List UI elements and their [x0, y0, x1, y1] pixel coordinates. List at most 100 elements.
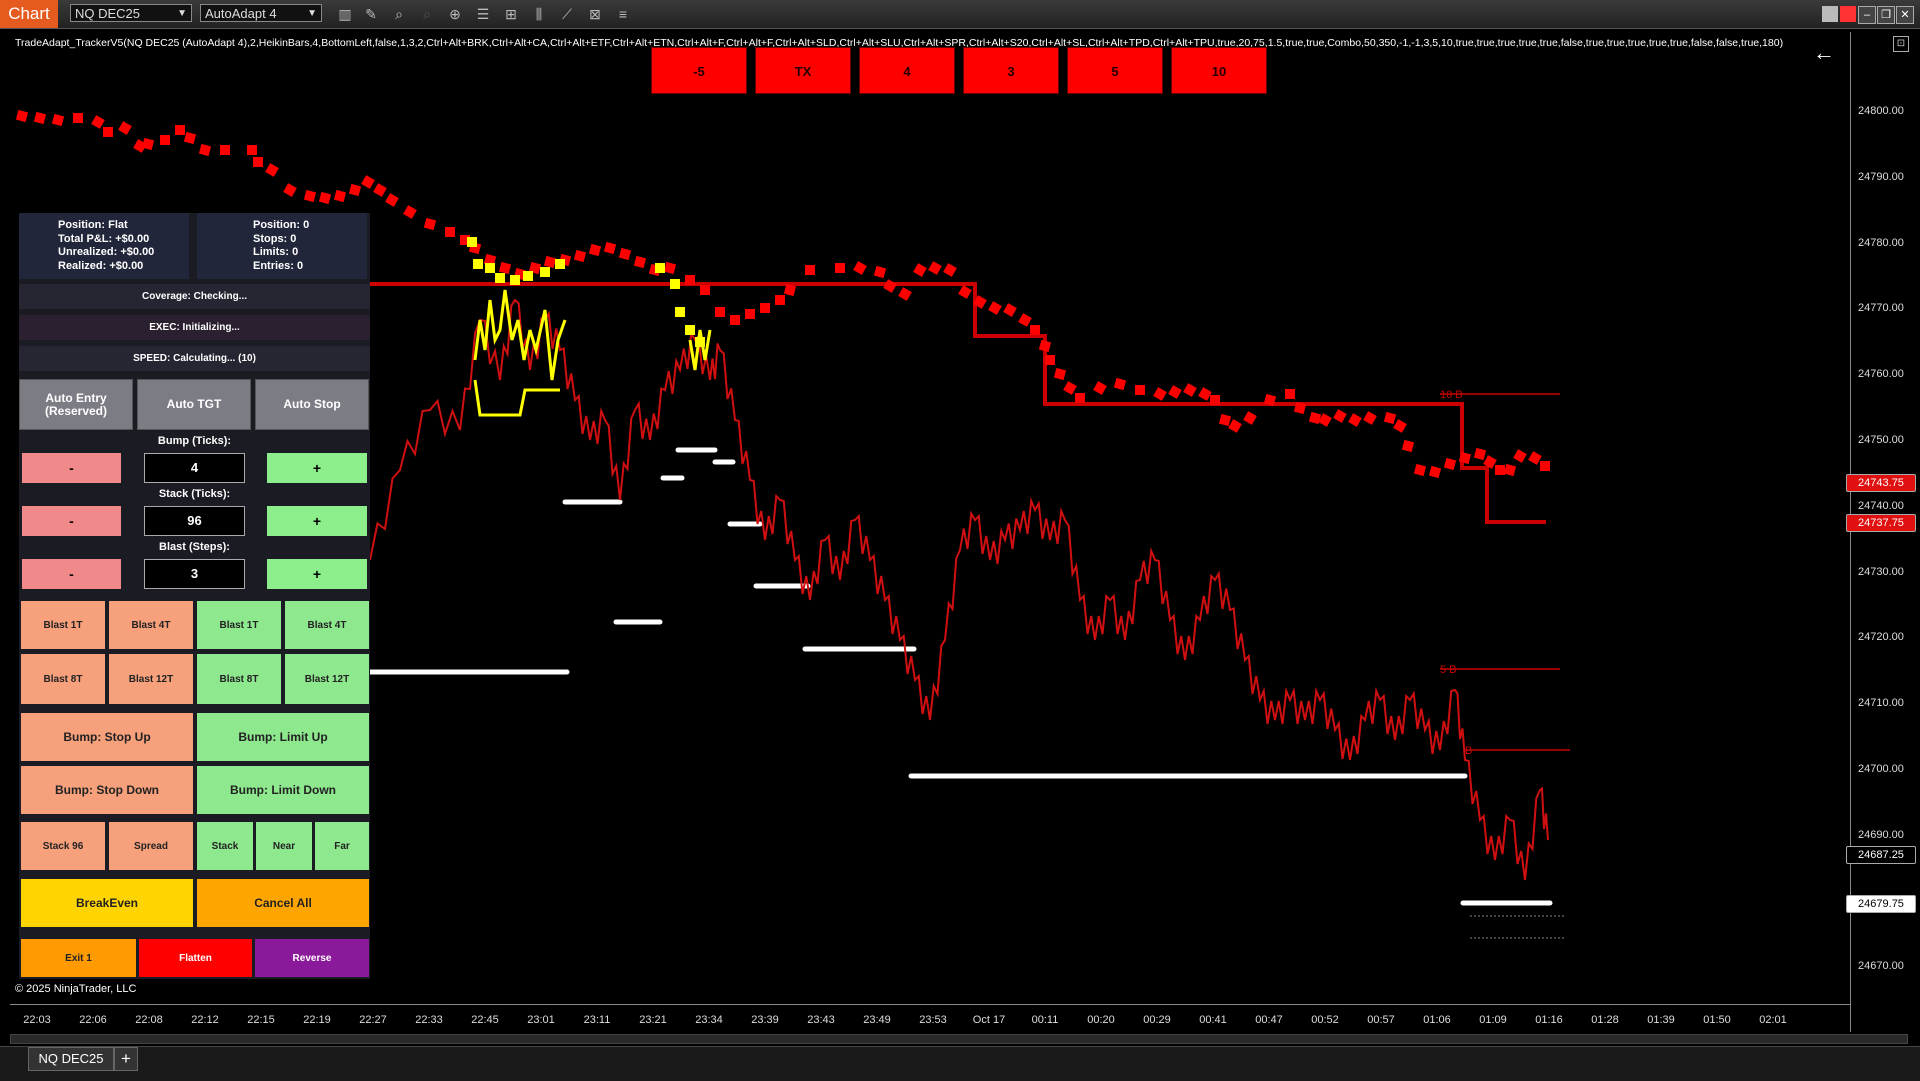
trailing-dot: [183, 131, 197, 145]
top-button-3[interactable]: 3: [963, 47, 1059, 94]
trailing-dot: [1153, 387, 1167, 401]
blast-12t-stop-button[interactable]: Blast 12T: [109, 654, 193, 704]
trailing-dot: [51, 113, 65, 127]
stat-position-count: Position: 0: [253, 219, 310, 231]
top-button-4[interactable]: 4: [859, 47, 955, 94]
highlight-dot: [485, 263, 495, 273]
x-tick-label: 22:33: [415, 1014, 443, 1026]
stats-right: Position: 0 Stops: 0 Limits: 0 Entries: …: [197, 213, 367, 279]
blast-plus-button[interactable]: +: [267, 559, 367, 589]
target-level-label: 10 B: [1440, 389, 1463, 401]
tab-nq-dec25[interactable]: NQ DEC25: [28, 1047, 114, 1071]
blast-1t-limit-button[interactable]: Blast 1T: [197, 601, 281, 649]
highlight-dot: [540, 267, 550, 277]
y-tick-label: 24800.00: [1858, 105, 1904, 117]
bump-stop-up-button[interactable]: Bump: Stop Up: [21, 713, 193, 761]
x-tick-label: 23:34: [695, 1014, 723, 1026]
trailing-dot: [220, 145, 230, 155]
trailing-dot: [1285, 389, 1295, 399]
trailing-dot: [603, 241, 617, 255]
blast-4t-limit-button[interactable]: Blast 4T: [285, 601, 369, 649]
breakeven-button[interactable]: BreakEven: [21, 879, 193, 927]
reverse-button[interactable]: Reverse: [255, 939, 369, 977]
stack-input[interactable]: 96: [144, 506, 245, 536]
stack-label: Stack (Ticks):: [158, 488, 231, 500]
price-line: [369, 298, 1549, 881]
trailing-dot: [883, 279, 897, 293]
spread-button[interactable]: Spread: [109, 822, 193, 870]
x-tick-label: 02:01: [1759, 1014, 1787, 1026]
trailing-dot: [633, 255, 647, 269]
trailing-dot: [1045, 355, 1055, 365]
trailing-dot: [958, 285, 972, 299]
trailing-dot: [15, 109, 29, 123]
stats-left: Position: Flat Total P&L: +$0.00 Unreali…: [19, 213, 189, 279]
trailing-dot: [1218, 413, 1232, 427]
trailing-dot: [283, 183, 297, 197]
bump-limit-down-button[interactable]: Bump: Limit Down: [197, 766, 369, 814]
trailing-dot: [1383, 411, 1397, 425]
bump-plus-button[interactable]: +: [267, 453, 367, 483]
trailing-dot: [175, 125, 185, 135]
bump-stop-down-button[interactable]: Bump: Stop Down: [21, 766, 193, 814]
stack-96-button[interactable]: Stack 96: [21, 822, 105, 870]
x-tick-label: 22:08: [135, 1014, 163, 1026]
bump-minus-button[interactable]: -: [22, 453, 121, 483]
blast-4t-stop-button[interactable]: Blast 4T: [109, 601, 193, 649]
trailing-dot: [1038, 339, 1052, 353]
top-button-10[interactable]: 10: [1171, 47, 1267, 94]
cancel-all-button[interactable]: Cancel All: [197, 879, 369, 927]
auto-entry-button[interactable]: Auto Entry (Reserved): [19, 379, 133, 430]
blast-minus-button[interactable]: -: [22, 559, 121, 589]
trailing-dot: [1075, 393, 1085, 403]
auto-stop-button[interactable]: Auto Stop: [255, 379, 369, 430]
blast-input[interactable]: 3: [144, 559, 245, 589]
x-tick-label: 22:03: [23, 1014, 51, 1026]
x-tick-label: 00:20: [1087, 1014, 1115, 1026]
trailing-dot: [618, 247, 632, 261]
top-button-5[interactable]: 5: [1067, 47, 1163, 94]
stat-entries: Entries: 0: [253, 259, 304, 272]
bump-limit-up-button[interactable]: Bump: Limit Up: [197, 713, 369, 761]
trailing-dot: [198, 143, 212, 157]
highlight-dot: [510, 275, 520, 285]
blast-1t-stop-button[interactable]: Blast 1T: [21, 601, 105, 649]
stat-limits: Limits: 0: [253, 246, 299, 258]
stack-button[interactable]: Stack: [197, 822, 253, 870]
add-tab-button[interactable]: +: [114, 1047, 138, 1071]
top-button-tx[interactable]: TX: [755, 47, 851, 94]
trailing-dot: [1113, 377, 1127, 391]
horizontal-scrollbar[interactable]: [10, 1034, 1908, 1044]
near-button[interactable]: Near: [256, 822, 312, 870]
exit-1-button[interactable]: Exit 1: [21, 939, 136, 977]
stat-position: Position: Flat: [58, 219, 128, 231]
trailing-dot: [33, 111, 47, 125]
auto-tgt-button[interactable]: Auto TGT: [137, 379, 251, 430]
highlight-dot: [695, 337, 705, 347]
top-button-minus5[interactable]: -5: [651, 47, 747, 94]
y-tick-label: 24760.00: [1858, 368, 1904, 381]
blast-8t-limit-button[interactable]: Blast 8T: [197, 654, 281, 704]
stack-plus-button[interactable]: +: [267, 506, 367, 536]
trailing-dot: [91, 115, 105, 129]
trailing-dot: [988, 301, 1002, 315]
trailing-dot: [1333, 409, 1347, 423]
back-arrow-icon[interactable]: ←: [1813, 40, 1835, 66]
blast-8t-stop-button[interactable]: Blast 8T: [21, 654, 105, 704]
far-button[interactable]: Far: [315, 822, 369, 870]
y-tick-label: 24700.00: [1858, 763, 1904, 775]
flatten-button[interactable]: Flatten: [139, 939, 252, 977]
x-tick-label: 22:15: [247, 1014, 275, 1026]
bottom-tab-bar: [0, 1046, 1920, 1081]
bump-input[interactable]: 4: [144, 453, 245, 483]
trade-control-panel: Position: Flat Total P&L: +$0.00 Unreali…: [19, 213, 370, 979]
x-tick-label: 00:57: [1367, 1014, 1395, 1026]
highlight-dot: [495, 273, 505, 283]
highlight-dot: [675, 307, 685, 317]
x-tick-label: 22:45: [471, 1014, 499, 1026]
blast-12t-limit-button[interactable]: Blast 12T: [285, 654, 369, 704]
speed-status: SPEED: Calculating... (10): [19, 346, 370, 371]
stack-minus-button[interactable]: -: [22, 506, 121, 536]
stat-realized: Realized: +$0.00: [58, 259, 144, 272]
x-tick-label: 22:19: [303, 1014, 331, 1026]
